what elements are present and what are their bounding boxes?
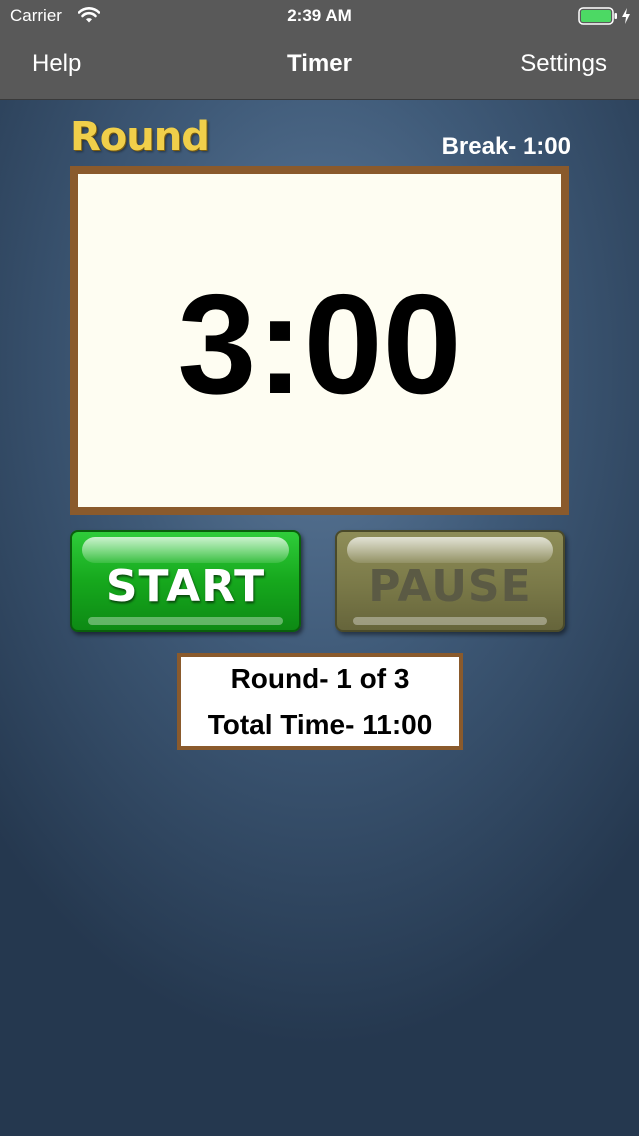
pause-button[interactable]: PAUSE	[335, 530, 565, 632]
start-button[interactable]: START	[70, 530, 301, 632]
status-time: 2:39 AM	[287, 6, 352, 25]
start-button-gloss-bottom	[88, 617, 283, 625]
pause-button-gloss-bottom	[353, 617, 547, 625]
start-button-label: START	[105, 561, 266, 612]
timer-display: 3:00	[177, 265, 462, 424]
battery-icon	[578, 7, 617, 25]
total-time: Total Time- 11:00	[207, 709, 433, 740]
pause-button-label: PAUSE	[368, 561, 532, 612]
settings-button[interactable]: Settings	[520, 50, 607, 78]
round-counter: Round- 1 of 3	[230, 663, 410, 694]
status-bar: Carrier 2:39 AM	[0, 0, 639, 32]
break-duration-label: Break- 1:00	[441, 133, 571, 160]
mode-label: Round	[70, 114, 210, 160]
pause-button-gloss	[347, 537, 553, 563]
start-button-gloss	[82, 537, 289, 563]
round-info-box: Round- 1 of 3 Total Time- 11:00	[177, 653, 463, 750]
navigation-bar: Help Timer Settings	[0, 32, 639, 100]
timer-display-frame: 3:00	[70, 166, 569, 515]
charging-icon	[622, 8, 630, 24]
